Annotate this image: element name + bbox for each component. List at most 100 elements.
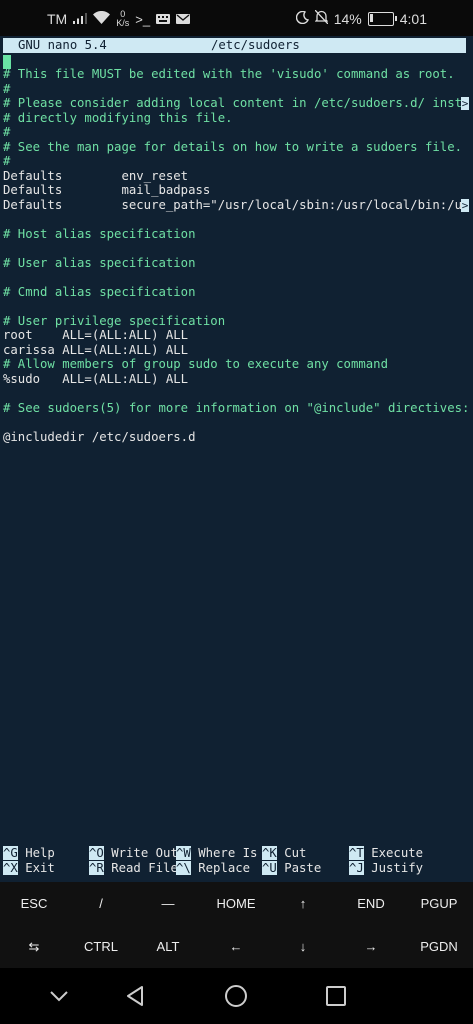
shortcut-key: ^\ <box>176 860 191 875</box>
editor-line: Defaults mail_badpass <box>3 183 469 198</box>
editor-line: # This file MUST be edited with the 'vis… <box>3 67 469 82</box>
extra-keys-bar: ESC / — HOME ↑ END PGUP ⇆ CTRL ALT ← ↓ → PGDN <box>0 882 473 968</box>
editor-line: # directly modifying this file. <box>3 111 469 126</box>
editor-line-text: Defaults env_reset <box>3 168 189 183</box>
editor-line-text: @includedir /etc/sudoers.d <box>3 429 196 444</box>
mute-bell-icon <box>314 9 329 27</box>
extra-key[interactable]: PGDN <box>406 925 472 968</box>
editor-line-text: Defaults secure_path="/usr/local/sbin:/u… <box>3 197 469 212</box>
editor-line-text: carissa ALL=(ALL:ALL) ALL <box>3 342 189 357</box>
nav-recents-icon[interactable] <box>323 983 349 1009</box>
moon-icon <box>295 10 309 27</box>
shortcut-label: Exit <box>25 860 55 875</box>
extra-keys-row-1: ESC / — HOME ↑ END PGUP <box>0 882 473 925</box>
shortcut-key: ^J <box>349 860 364 875</box>
shortcut-label: Cut <box>284 846 307 860</box>
editor-line: # <box>3 154 469 169</box>
editor-line-text: # Host alias specification <box>3 226 196 241</box>
extra-key[interactable]: / <box>68 882 134 925</box>
nav-down-chevron-icon[interactable] <box>46 983 72 1009</box>
shortcut-label: Execute <box>371 846 424 860</box>
extra-key[interactable]: → <box>338 925 404 968</box>
shortcut-exit[interactable]: ^X Exit <box>3 860 55 876</box>
clock-time: 4:01 <box>399 10 427 27</box>
keyboard-icon <box>156 11 171 27</box>
editor-line: # See the man page for details on how to… <box>3 140 469 155</box>
extra-key[interactable]: ALT <box>135 925 201 968</box>
nav-home-icon[interactable] <box>223 983 249 1009</box>
shortcut-key: ^O <box>89 846 104 860</box>
editor-line-text: # See sudoers(5) for more information on… <box>3 400 469 415</box>
shortcut-cut[interactable]: ^K Cut <box>262 846 306 861</box>
shortcut-key: ^R <box>89 860 104 875</box>
shortcut-label: Read File <box>111 860 178 875</box>
extra-key[interactable]: END <box>338 882 404 925</box>
shortcut-key: ^K <box>262 846 277 860</box>
extra-key[interactable]: ⇆ <box>1 925 67 968</box>
shortcut-row-1: ^G Help ^O Write Out ^W Where Is ^K Cut ^T E… <box>3 846 471 861</box>
editor-line-text: # Please consider adding local content i… <box>3 96 469 110</box>
shortcut-key: ^X <box>3 860 18 875</box>
terminal-icon: >_ <box>135 11 151 27</box>
shortcut-label: Replace <box>198 860 251 875</box>
shortcut-justify[interactable]: ^J Justify <box>349 860 423 876</box>
wifi-icon <box>93 10 111 27</box>
nano-shortcut-bar: ^G Help ^O Write Out ^W Where Is ^K Cut ^T E… <box>3 846 471 875</box>
status-bar: TM 0 K/s >_ 14% 4:01 <box>0 0 473 36</box>
extra-key[interactable]: — <box>135 882 201 925</box>
extra-key[interactable]: ← <box>203 925 269 968</box>
shortcut-help[interactable]: ^G Help <box>3 846 55 861</box>
extra-key[interactable]: ↑ <box>270 882 336 925</box>
editor-line: # User privilege specification <box>3 314 469 329</box>
editor-line-text: # User alias specification <box>3 255 196 270</box>
shortcut-key: ^W <box>176 846 191 860</box>
editor-line: %sudo ALL=(ALL:ALL) ALL <box>3 372 469 387</box>
editor-line: # <box>3 125 469 140</box>
shortcut-where-is[interactable]: ^W Where Is <box>176 846 257 861</box>
editor-line-text: # User privilege specification <box>3 313 226 328</box>
editor-line-text: # <box>3 154 11 168</box>
editor-line-text: # <box>3 125 11 139</box>
extra-key[interactable]: PGUP <box>406 882 472 925</box>
editor-line: Defaults env_reset <box>3 169 469 184</box>
speed-unit: K/s <box>116 18 130 28</box>
editor-line: # Cmnd alias specification <box>3 285 469 300</box>
editor-line-text: # Allow members of group sudo to execute… <box>3 357 388 371</box>
editor-line-text: # See the man page for details on how to… <box>3 139 463 154</box>
extra-key[interactable]: CTRL <box>68 925 134 968</box>
extra-key[interactable]: ESC <box>1 882 67 925</box>
shortcut-label: Paste <box>284 860 322 875</box>
shortcut-write-out[interactable]: ^O Write Out <box>89 846 178 861</box>
mail-icon <box>176 11 191 27</box>
editor-line: # Allow members of group sudo to execute… <box>3 357 469 372</box>
line-overflow-indicator: > <box>461 97 469 110</box>
battery-icon <box>367 11 397 26</box>
shortcut-execute[interactable]: ^T Execute <box>349 846 423 861</box>
extra-key[interactable]: ↓ <box>270 925 336 968</box>
editor-line-text: Defaults mail_badpass <box>3 183 211 197</box>
shortcut-read-file[interactable]: ^R Read File <box>89 860 178 876</box>
editor-line: root ALL=(ALL:ALL) ALL <box>3 328 469 343</box>
line-overflow-indicator: > <box>461 198 469 212</box>
terminal-view[interactable]: GNU nano 5.4 /etc/sudoers # This file MU… <box>0 36 473 882</box>
extra-keys-row-2: ⇆ CTRL ALT ← ↓ → PGDN <box>0 925 473 968</box>
editor-line-text: # Cmnd alias specification <box>3 284 196 299</box>
editor-content[interactable]: # This file MUST be edited with the 'vis… <box>3 67 469 444</box>
editor-line: @includedir /etc/sudoers.d <box>3 430 469 445</box>
nano-filename: /etc/sudoers <box>211 38 300 52</box>
editor-line: # Please consider adding local content i… <box>3 96 469 111</box>
nav-back-icon[interactable] <box>122 983 148 1009</box>
shortcut-row-2: ^X Exit ^R Read File ^\ Replace ^U Paste ^J … <box>3 860 471 876</box>
shortcut-key: ^U <box>262 860 277 875</box>
nano-version: GNU nano 5.4 <box>18 38 107 52</box>
editor-line: # User alias specification <box>3 256 469 271</box>
shortcut-replace[interactable]: ^\ Replace <box>176 860 251 876</box>
extra-key[interactable]: HOME <box>203 882 269 925</box>
shortcut-paste[interactable]: ^U Paste <box>262 860 322 876</box>
carrier-label: TM <box>47 11 68 27</box>
editor-line-text: # This file MUST be edited with the 'vis… <box>3 67 455 81</box>
network-speed: 0 K/s <box>116 10 129 28</box>
